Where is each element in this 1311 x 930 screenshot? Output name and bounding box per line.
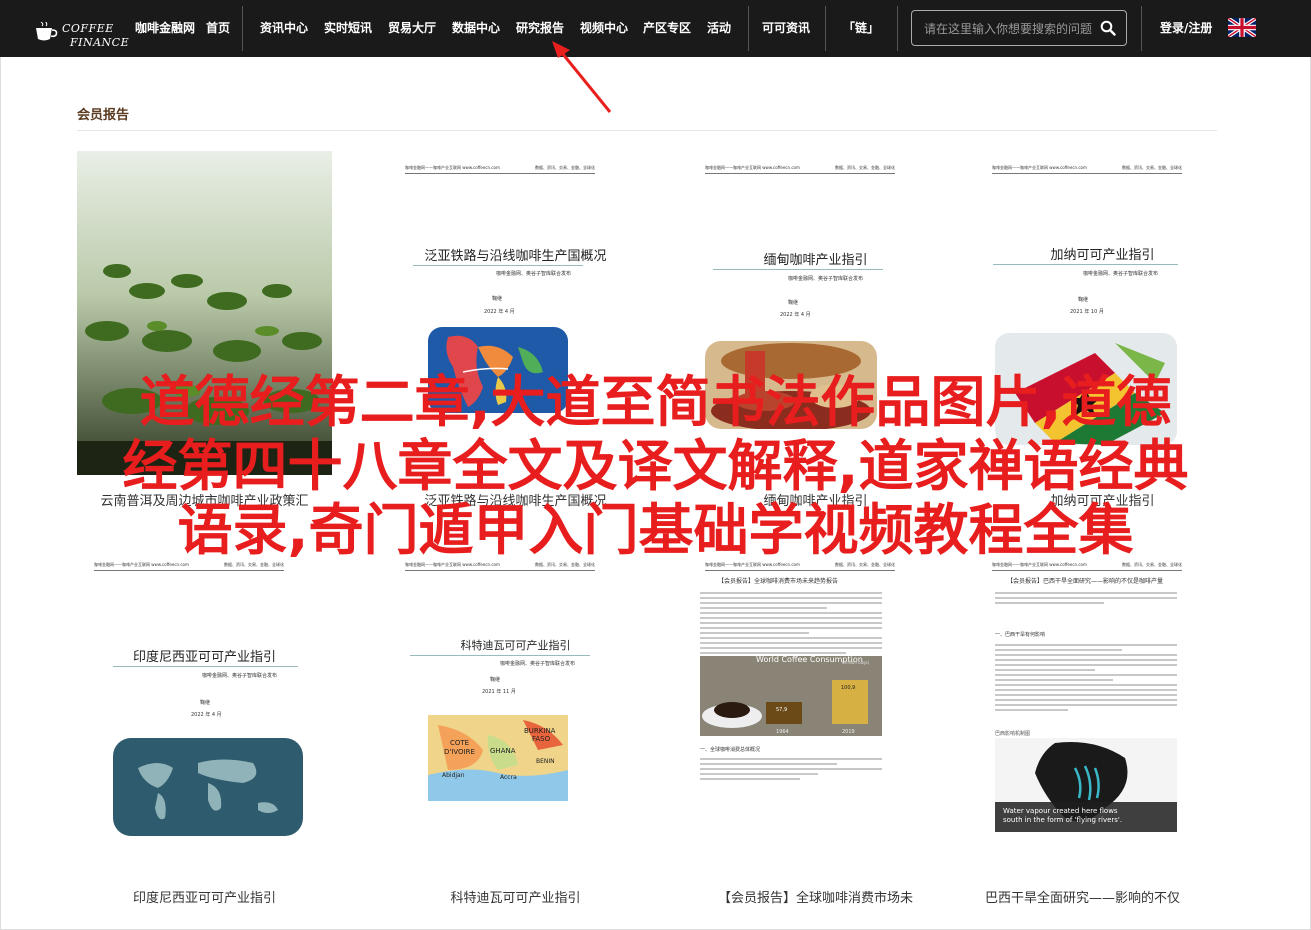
doc-subheading: 一、巴西干旱有何影响	[995, 632, 1046, 638]
doc-date: 2022 年 4 月	[191, 712, 222, 718]
doc-publisher: 咖啡金融网、奥谷子智库联合发布	[1083, 271, 1159, 277]
search-input[interactable]	[922, 18, 1096, 40]
map-label-cote: COTE	[450, 739, 469, 747]
report-card-3[interactable]: 咖啡金融网——咖啡产业互联网 www.coffeecn.com 数据、资讯、交易…	[688, 151, 943, 475]
doc-title: 缅甸咖啡产业指引	[763, 253, 868, 268]
logo-text-line1: COFFEE	[62, 22, 114, 35]
map-label-abidjan: Abidjan	[442, 772, 465, 779]
world-coffee-consumption-chart: World Coffee Consumption (million bags) …	[700, 656, 882, 736]
card-caption-5[interactable]: 印度尼西亚可可产业指引	[77, 887, 332, 906]
southeast-asia-map-image	[428, 327, 568, 413]
doc-date: 2021 年 10 月	[1070, 309, 1104, 315]
nav-data-center[interactable]: 数据中心	[452, 0, 500, 57]
flying-rivers-caption-1: Water vapour created here flows	[1003, 807, 1118, 815]
nav-cocoa-news[interactable]: 可可资讯	[762, 0, 810, 57]
doc-header: 咖啡金融网——咖啡产业互联网 www.coffeecn.com 数据、资讯、交易…	[705, 165, 895, 175]
report-card-1[interactable]	[77, 151, 332, 475]
section-divider	[77, 130, 1217, 131]
doc-dept: 鞠继	[1078, 297, 1089, 303]
map-label-burkina: BURKINA	[524, 727, 556, 735]
world-map-image	[113, 738, 303, 836]
nav-activity[interactable]: 活动	[707, 0, 731, 57]
card-caption-6[interactable]: 科特迪瓦可可产业指引	[388, 887, 643, 906]
chart-value-2019: 100,9	[841, 685, 855, 691]
report-card-2[interactable]: 咖啡金融网——咖啡产业互联网 www.coffeecn.com 数据、资讯、交易…	[388, 151, 643, 475]
nav-trade-hall[interactable]: 贸易大厅	[388, 0, 436, 57]
nav-divider	[897, 6, 898, 51]
doc-header: 咖啡金融网——咖啡产业互联网 www.coffeecn.com 数据、资讯、交易…	[705, 562, 895, 572]
doc-dept: 鞠继	[788, 300, 799, 306]
nav-divider	[748, 6, 749, 51]
report-card-5[interactable]: 咖啡金融网——咖啡产业互联网 www.coffeecn.com 数据、资讯、交易…	[77, 548, 332, 872]
nav-site-name[interactable]: 咖啡金融网	[135, 0, 195, 57]
nav-divider	[825, 6, 826, 51]
nav-divider	[242, 6, 243, 51]
doc-date: 2022 年 4 月	[484, 309, 515, 315]
doc-subheading: 一、全球咖啡消费总体概况	[700, 747, 761, 753]
map-label-ghana: GHANA	[490, 747, 516, 755]
doc-header: 咖啡金融网——咖啡产业互联网 www.coffeecn.com 数据、资讯、交易…	[992, 165, 1182, 175]
chart-value-1964: 57,9	[776, 707, 787, 713]
logo-text-line2: FINANCE	[70, 36, 130, 49]
coffee-cup-icon	[36, 22, 58, 41]
doc-dept: 鞠继	[200, 700, 211, 706]
map-label-benin: BENIN	[536, 758, 555, 765]
report-card-7[interactable]: 咖啡金融网——咖啡产业互联网 www.coffeecn.com 数据、资讯、交易…	[688, 548, 943, 872]
doc-title: 加纳可可产业指引	[1050, 248, 1155, 263]
doc-publisher: 咖啡金融网、奥谷子智库联合发布	[500, 661, 576, 667]
coffee-seedlings-photo	[77, 151, 332, 475]
doc-publisher: 咖啡金融网、奥谷子智库联合发布	[496, 271, 572, 277]
doc-dept: 鞠继	[492, 296, 503, 302]
report-card-8[interactable]: 咖啡金融网——咖啡产业互联网 www.coffeecn.com 数据、资讯、交易…	[975, 548, 1230, 872]
card-caption-7[interactable]: 【会员报告】全球咖啡消费市场未	[688, 887, 943, 906]
section-title: 会员报告	[77, 108, 130, 123]
doc-header: 咖啡金融网——咖啡产业互联网 www.coffeecn.com 数据、资讯、交易…	[405, 562, 595, 572]
doc-header: 咖啡金融网——咖啡产业互联网 www.coffeecn.com 数据、资讯、交易…	[94, 562, 284, 572]
doc-header: 咖啡金融网——咖啡产业互联网 www.coffeecn.com 数据、资讯、交易…	[405, 165, 595, 175]
nav-region-zone[interactable]: 产区专区	[643, 0, 691, 57]
uk-flag-icon[interactable]	[1228, 18, 1256, 37]
map-label-accra: Accra	[500, 774, 517, 781]
nav-home[interactable]: 首页	[206, 0, 230, 57]
coffee-beans-image	[705, 341, 877, 429]
top-nav-bar: COFFEE FINANCE 咖啡金融网 首页 资讯中心 实时短讯 贸易大厅 数…	[0, 0, 1311, 57]
chart-unit: (million bags)	[842, 660, 870, 665]
map-label-divoire: D'IVOIRE	[444, 748, 475, 756]
coffee-finance-logo[interactable]: COFFEE FINANCE	[34, 8, 129, 50]
doc-dept: 鞠继	[490, 677, 501, 683]
doc-title: 印度尼西亚可可产业指引	[132, 650, 276, 665]
map-label-faso: FASO	[532, 735, 551, 743]
doc-publisher: 咖啡金融网、奥谷子智库联合发布	[788, 276, 864, 282]
login-register-link[interactable]: 登录/注册	[1160, 0, 1212, 57]
doc-date: 2021 年 11 月	[482, 689, 516, 695]
nav-news-center[interactable]: 资讯中心	[260, 0, 308, 57]
nav-chain[interactable]: 「链」	[843, 0, 879, 57]
doc-heading: 【会员报告】巴西干旱全面研究——影响的不仅是咖啡产量	[1007, 578, 1164, 585]
red-arrow-annotation	[552, 41, 612, 113]
nav-realtime-brief[interactable]: 实时短讯	[324, 0, 372, 57]
flying-rivers-caption-2: south in the form of 'flying rivers'.	[1003, 816, 1122, 824]
nav-divider	[1141, 6, 1142, 51]
card-caption-8[interactable]: 巴西干旱全面研究——影响的不仅	[955, 887, 1210, 906]
cote-divoire-map-image: BURKINA FASO COTE D'IVOIRE GHANA BENIN A…	[428, 715, 568, 801]
doc-date: 2022 年 4 月	[780, 312, 811, 318]
ghana-flag-image	[995, 333, 1177, 445]
doc-title: 科特迪瓦可可产业指引	[460, 639, 571, 652]
search-icon[interactable]	[1100, 20, 1116, 36]
report-card-4[interactable]: 咖啡金融网——咖啡产业互联网 www.coffeecn.com 数据、资讯、交易…	[975, 151, 1230, 475]
doc-heading: 【会员报告】全球咖啡消费市场未来趋势报告	[718, 578, 839, 585]
doc-header: 咖啡金融网——咖啡产业互联网 www.coffeecn.com 数据、资讯、交易…	[992, 562, 1182, 572]
card-caption-2[interactable]: 泛亚铁路与沿线咖啡生产国概况	[388, 490, 643, 509]
chart-year-2019: 2019	[842, 729, 855, 735]
card-caption-4[interactable]: 加纳可可产业指引	[975, 490, 1230, 509]
brazil-flying-rivers-image: Water vapour created here flows south in…	[995, 738, 1177, 832]
chart-year-1964: 1964	[776, 729, 789, 735]
report-card-6[interactable]: 咖啡金融网——咖啡产业互联网 www.coffeecn.com 数据、资讯、交易…	[388, 548, 643, 872]
search-box	[911, 10, 1127, 46]
image-label: 巴西影响机制图	[995, 731, 1031, 737]
card-caption-1[interactable]: 云南普洱及周边城市咖啡产业政策汇	[77, 490, 332, 509]
doc-title: 泛亚铁路与沿线咖啡生产国概况	[424, 249, 607, 264]
card-caption-3[interactable]: 缅甸咖啡产业指引	[688, 490, 943, 509]
doc-publisher: 咖啡金融网、奥谷子智库联合发布	[202, 673, 278, 679]
